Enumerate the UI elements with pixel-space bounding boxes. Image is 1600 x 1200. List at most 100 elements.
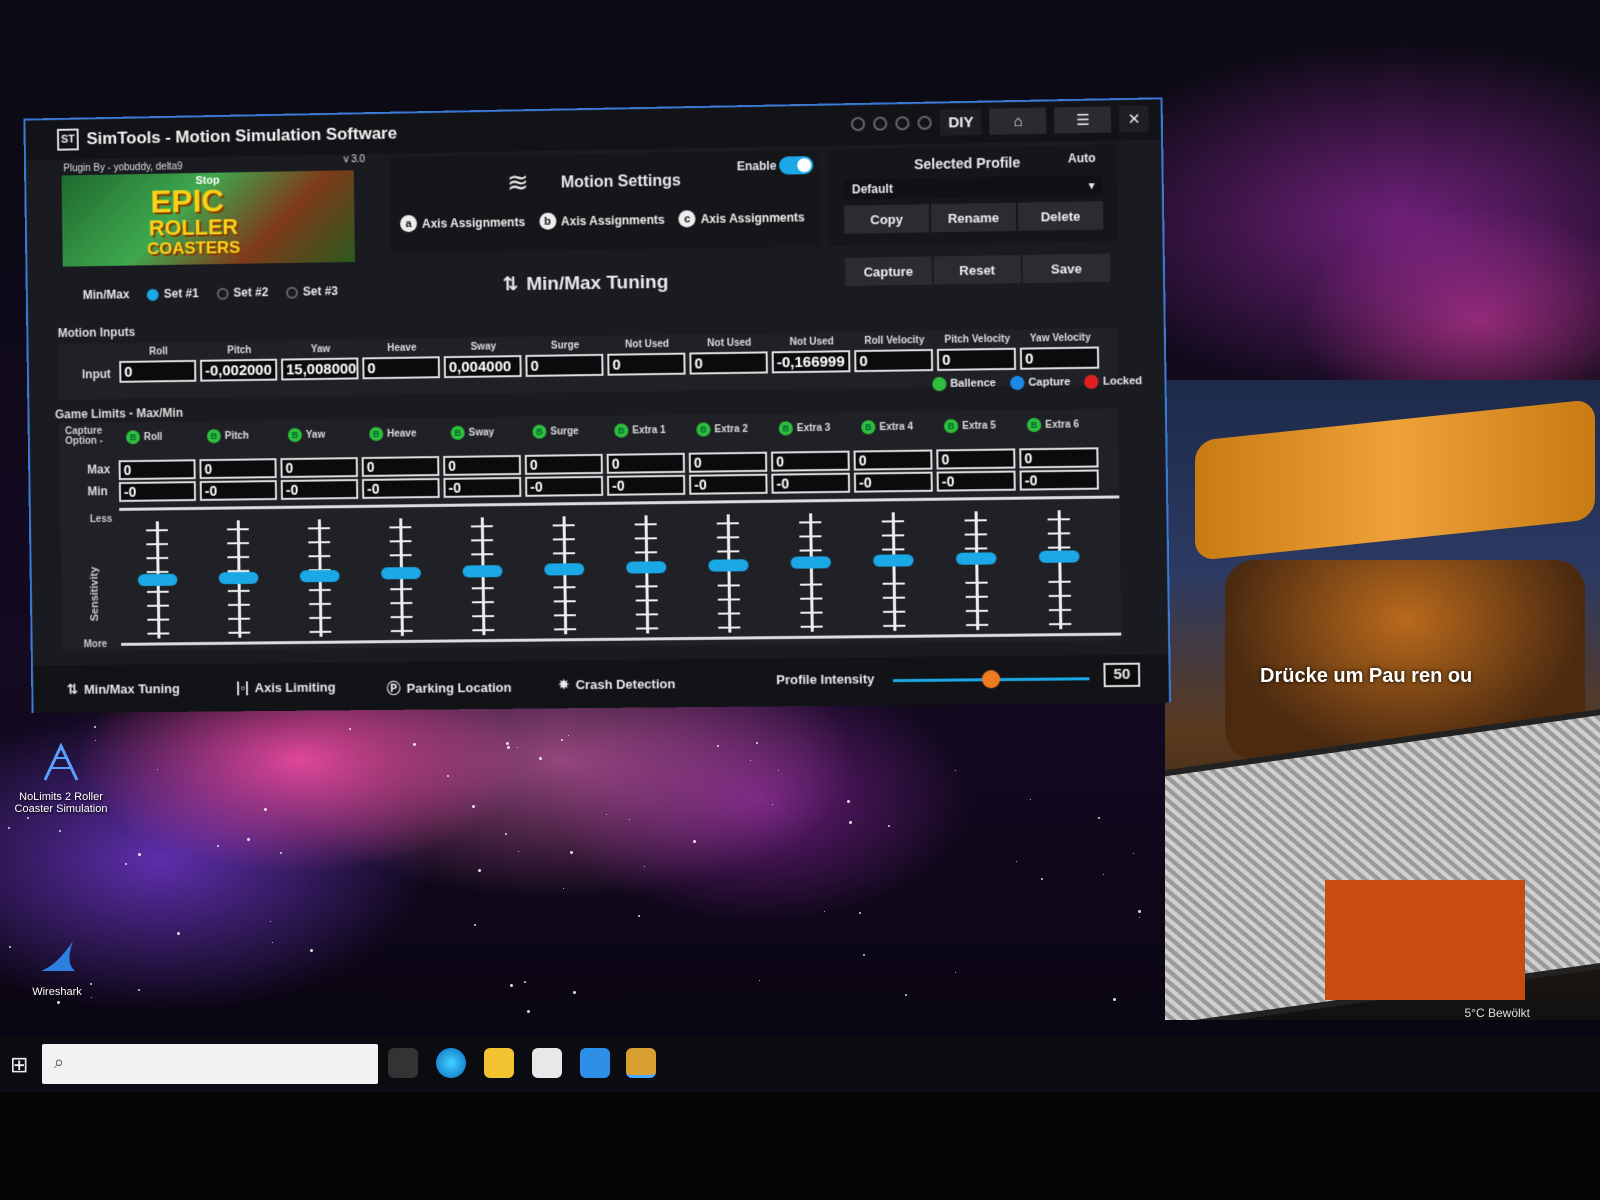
min-limit-field[interactable]: -0 <box>606 474 686 496</box>
save-button[interactable]: Save <box>1022 253 1111 284</box>
axis-assignments-a-button[interactable]: a Axis Assignments <box>399 213 525 233</box>
sensitivity-handle[interactable] <box>708 558 749 572</box>
sensitivity-handle[interactable] <box>873 554 914 567</box>
weather-widget[interactable]: 5°C Bewölkt <box>1465 1006 1531 1020</box>
close-button[interactable]: ✕ <box>1119 105 1149 133</box>
min-limit-field[interactable]: -0 <box>361 477 440 499</box>
motion-input-field[interactable]: 0 <box>936 347 1017 371</box>
reset-button[interactable]: Reset <box>933 255 1021 285</box>
min-limit-field[interactable]: -0 <box>853 471 933 493</box>
min-limit-field[interactable]: -0 <box>771 472 851 494</box>
max-limit-field[interactable]: 0 <box>280 457 358 479</box>
sensitivity-slider[interactable] <box>544 516 586 635</box>
capture-option-header[interactable]: B Extra 3 <box>778 421 831 436</box>
sensitivity-handle[interactable] <box>626 560 667 574</box>
sensitivity-handle[interactable] <box>1038 550 1080 563</box>
motion-input-field[interactable]: 0 <box>854 348 934 373</box>
store-icon[interactable] <box>532 1048 562 1078</box>
capture-option-header[interactable]: B Sway <box>450 425 495 440</box>
file-explorer-icon[interactable] <box>484 1048 514 1078</box>
min-limit-field[interactable]: -0 <box>118 481 197 502</box>
max-limit-field[interactable]: 0 <box>524 453 603 475</box>
motion-input-field[interactable]: 0 <box>689 351 768 375</box>
motion-input-field[interactable]: -0,166999 <box>771 350 851 374</box>
sensitivity-handle[interactable] <box>381 567 421 580</box>
capture-option-header[interactable]: B Roll <box>126 430 163 445</box>
rename-button[interactable]: Rename <box>930 202 1017 233</box>
capture-option-header[interactable]: B Pitch <box>206 429 249 444</box>
windows-start-icon[interactable]: ⊞ <box>10 1052 28 1078</box>
capture-option-header[interactable]: B Extra 2 <box>696 422 748 437</box>
capture-option-header[interactable]: B Extra 1 <box>614 423 666 438</box>
max-limit-field[interactable]: 0 <box>936 448 1016 470</box>
motion-input-field[interactable]: 0 <box>607 352 686 376</box>
menu-button[interactable]: ☰ <box>1054 106 1112 134</box>
simtools-taskbar-icon[interactable] <box>626 1048 656 1078</box>
simtools-window[interactable]: ST SimTools - Motion Simulation Software… <box>23 97 1172 714</box>
sensitivity-slider[interactable] <box>708 514 750 633</box>
auto-toggle[interactable]: Auto <box>1068 151 1096 166</box>
min-limit-field[interactable]: -0 <box>199 480 278 501</box>
sensitivity-handle[interactable] <box>544 563 585 576</box>
sensitivity-slider[interactable] <box>1038 510 1080 630</box>
desktop-icon-wireshark[interactable]: Wireshark <box>2 935 112 998</box>
motion-input-field[interactable]: -0,002000 <box>199 358 278 382</box>
min-limit-field[interactable]: -0 <box>280 479 359 500</box>
mail-icon[interactable] <box>580 1048 610 1078</box>
nav-parking-location[interactable]: Ⓟ Parking Location <box>387 677 512 698</box>
sensitivity-slider[interactable] <box>380 518 421 637</box>
sensitivity-slider[interactable] <box>955 511 997 631</box>
desktop-icon-nolimits[interactable]: NoLimits 2 Roller Coaster Simulation <box>6 740 116 815</box>
motion-input-field[interactable]: 0 <box>1019 346 1100 370</box>
sensitivity-handle[interactable] <box>790 556 832 570</box>
profile-intensity-value[interactable]: 50 <box>1103 662 1141 688</box>
sensitivity-slider[interactable] <box>299 519 340 637</box>
enable-toggle[interactable] <box>778 156 814 175</box>
delete-button[interactable]: Delete <box>1017 201 1104 231</box>
sensitivity-slider[interactable] <box>626 515 668 634</box>
motion-input-field[interactable]: 0 <box>525 353 604 377</box>
sensitivity-slider[interactable] <box>218 520 259 638</box>
game-window[interactable]: Drücke um Pau ren ou <box>1165 380 1600 1020</box>
max-limit-field[interactable]: 0 <box>606 452 685 474</box>
capture-option-header[interactable]: B Heave <box>369 426 416 442</box>
copy-button[interactable]: Copy <box>844 204 930 234</box>
motion-input-field[interactable]: 15,008000 <box>281 357 359 381</box>
diy-button[interactable]: DIY <box>939 108 982 136</box>
max-limit-field[interactable]: 0 <box>199 458 277 480</box>
capture-option-header[interactable]: B Surge <box>532 424 579 439</box>
capture-option-header[interactable]: B Extra 5 <box>943 418 996 434</box>
task-view-icon[interactable] <box>388 1048 418 1078</box>
sensitivity-slider[interactable] <box>462 517 503 636</box>
min-limit-field[interactable]: -0 <box>443 476 522 498</box>
sensitivity-handle[interactable] <box>218 571 259 585</box>
sensitivity-handle[interactable] <box>137 573 178 587</box>
capture-option-header[interactable]: B Yaw <box>287 427 325 443</box>
max-limit-field[interactable]: 0 <box>853 449 933 471</box>
sensitivity-slider[interactable] <box>137 521 178 639</box>
max-limit-field[interactable]: 0 <box>361 456 440 477</box>
max-limit-field[interactable]: 0 <box>688 451 768 473</box>
motion-input-field[interactable]: 0,004000 <box>443 355 522 379</box>
edge-browser-icon[interactable] <box>436 1048 466 1078</box>
nav-axis-limiting[interactable]: |◦| Axis Limiting <box>236 679 336 695</box>
capture-option-header[interactable]: B Extra 4 <box>861 420 913 435</box>
min-limit-field[interactable]: -0 <box>525 475 604 497</box>
motion-input-field[interactable]: 0 <box>119 359 197 383</box>
nav-minmax-tuning[interactable]: ⇅ Min/Max Tuning <box>67 680 180 698</box>
axis-assignments-c-button[interactable]: c Axis Assignments <box>678 208 805 228</box>
capture-option-header[interactable]: B Extra 6 <box>1026 417 1079 433</box>
nav-crash-detection[interactable]: ✸ Crash Detection <box>558 675 676 693</box>
set-3-radio[interactable]: Set #3 <box>286 284 338 299</box>
set-1-radio[interactable]: Set #1 <box>147 286 199 301</box>
sensitivity-handle[interactable] <box>955 552 997 565</box>
sensitivity-slider[interactable] <box>873 512 915 631</box>
motion-input-field[interactable]: 0 <box>362 356 441 380</box>
min-limit-field[interactable]: -0 <box>689 473 768 495</box>
set-2-radio[interactable]: Set #2 <box>216 285 268 300</box>
home-button[interactable]: ⌂ <box>989 107 1047 135</box>
capture-button[interactable]: Capture <box>844 256 932 286</box>
sensitivity-handle[interactable] <box>299 569 340 582</box>
sensitivity-handle[interactable] <box>462 565 503 578</box>
profile-intensity-handle[interactable] <box>981 670 1001 689</box>
